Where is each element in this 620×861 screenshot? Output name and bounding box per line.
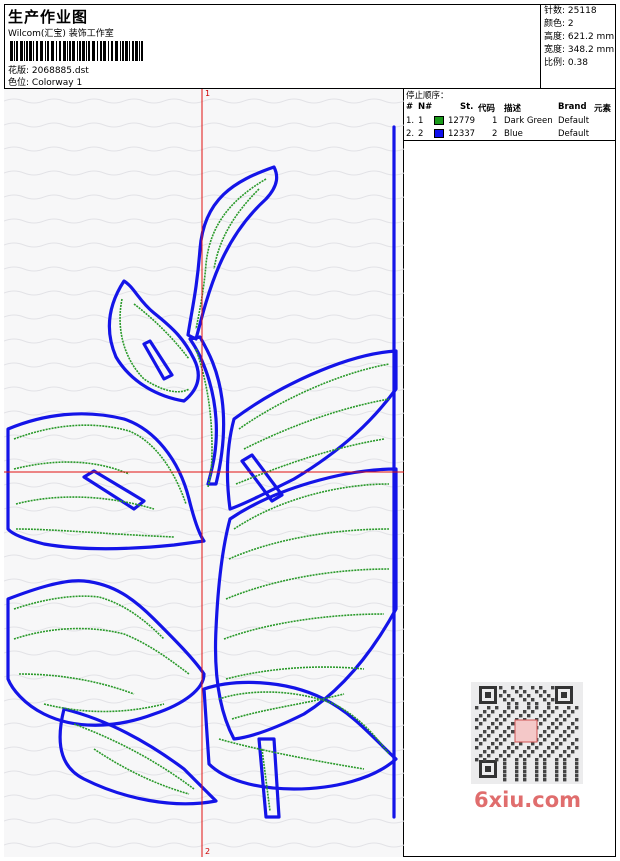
page-title: 生产作业图 [8, 8, 89, 26]
col-header-n: N# [418, 102, 433, 112]
stat-colors: 颜色: 2 [544, 19, 574, 29]
design-canvas: 1 2 [4, 89, 404, 857]
stat-stitches: 针数: 25118 [544, 6, 597, 16]
col-header-element: 元素 [594, 104, 612, 114]
axis-label-top: 1 [205, 89, 211, 98]
qr-code-watermark [471, 682, 583, 784]
colorway-line: 色位: Colorway 1 [8, 75, 82, 88]
company-name: Wilcom(汇宝) 装饰工作室 [8, 29, 114, 39]
header: 生产作业图 Wilcom(汇宝) 装饰工作室 花版: 2068885.dst 色… [4, 4, 540, 88]
col-header-number: # [406, 102, 414, 112]
color-swatch-blue [434, 129, 444, 138]
stat-scale: 比例: 0.38 [544, 58, 588, 68]
design-stats: 针数: 25118 颜色: 2 高度: 621.2 mm 宽度: 348.2 m… [540, 4, 616, 88]
stop-sequence-panel: 停止顺序： # N# St. 代码 描述 Brand 元素 1. 1 12779… [404, 89, 616, 141]
stat-height: 高度: 621.2 mm [544, 32, 615, 42]
colorway-label: 色位: [8, 78, 30, 88]
col-header-stitches: St. [460, 102, 474, 112]
embroidery-drawing [4, 89, 404, 857]
col-header-desc: 描述 [504, 104, 522, 114]
col-header-brand: Brand [558, 102, 587, 112]
stop-sequence-title: 停止顺序： [406, 91, 449, 101]
color-swatch-green [434, 116, 444, 125]
barcode [10, 41, 143, 61]
watermark-text: 6xiu.com [474, 788, 582, 812]
col-header-code: 代码 [478, 104, 496, 114]
qr-code-icon [471, 682, 583, 784]
axis-label-bottom: 2 [205, 847, 211, 856]
colorway-name: Colorway 1 [31, 78, 83, 88]
stat-width: 宽度: 348.2 mm [544, 45, 615, 55]
